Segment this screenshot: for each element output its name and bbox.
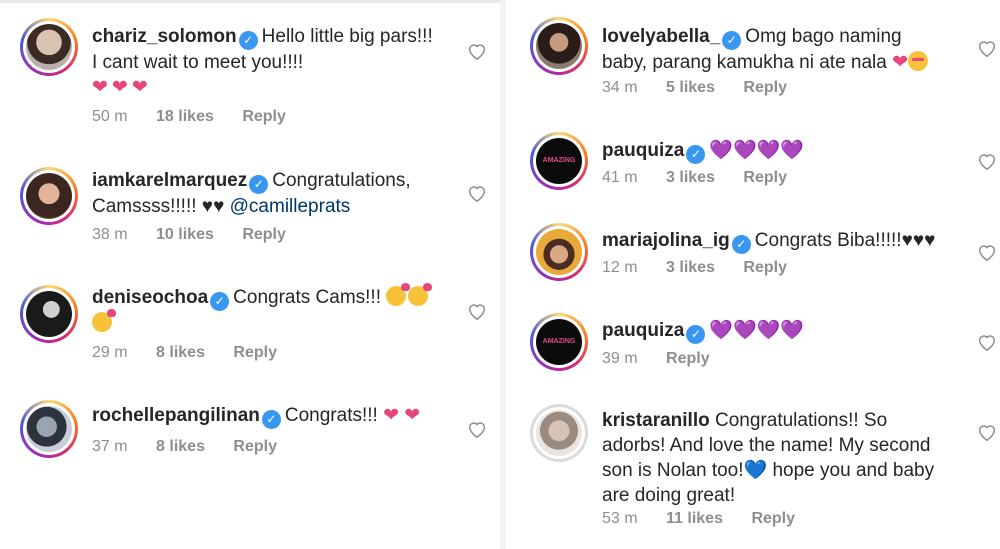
comment-message: Congrats!!! — [284, 405, 378, 426]
timestamp: 53 m — [602, 510, 638, 527]
comment-text: deniseochoa ✓ Congrats Cams!!! — [92, 283, 440, 336]
heart-outline-icon[interactable] — [466, 300, 488, 322]
heart-outline-icon[interactable] — [976, 37, 998, 59]
verified-badge-icon: ✓ — [722, 31, 742, 50]
likes-count[interactable]: 8 likes — [156, 344, 205, 361]
likes-count[interactable]: 10 likes — [156, 226, 214, 243]
heart-emoji: ❤ — [892, 52, 909, 73]
username[interactable]: mariajolina_ig — [602, 230, 730, 251]
avatar[interactable] — [20, 18, 78, 76]
reply-button[interactable]: Reply — [242, 226, 286, 243]
heart-eyes-emoji-icon — [908, 51, 929, 71]
comments-column-right: lovelyabella_ ✓ Omg bago naming baby, para… — [510, 0, 1000, 549]
purple-heart-emoji: 💜💜💜💜 — [709, 320, 804, 341]
comment-text: lovelyabella_ ✓ Omg bago naming baby, para… — [602, 24, 950, 75]
comment-text: pauquiza ✓ 💜💜💜💜 — [602, 138, 950, 164]
timestamp: 38 m — [92, 226, 128, 243]
username[interactable]: kristaranillo — [602, 410, 710, 431]
comment-meta: 41 m 3 likes Reply — [602, 169, 811, 187]
reply-button[interactable]: Reply — [743, 259, 787, 276]
reply-button[interactable]: Reply — [666, 350, 710, 367]
heart-emoji: ❤❤❤ — [92, 77, 152, 98]
timestamp: 12 m — [602, 259, 638, 276]
likes-count[interactable]: 8 likes — [156, 438, 205, 455]
username[interactable]: lovelyabella_ — [602, 26, 720, 47]
avatar[interactable] — [20, 285, 78, 343]
likes-count[interactable]: 3 likes — [666, 259, 715, 276]
heart-outline-icon[interactable] — [466, 418, 488, 440]
likes-count[interactable]: 5 likes — [666, 79, 715, 96]
comment-meta: 39 m Reply — [602, 350, 734, 368]
comment-meta: 53 m 11 likes Reply — [602, 510, 819, 528]
comment-text: rochellepangilinan ✓ Congrats!!! ❤ ❤ — [92, 403, 440, 429]
heart-outline-icon[interactable] — [976, 421, 998, 443]
verified-badge-icon: ✓ — [686, 145, 706, 164]
kiss-emoji-icon — [408, 283, 433, 306]
kiss-emoji-icon — [92, 309, 116, 332]
comment-message: Congrats Biba!!!!!♥♥♥ — [754, 230, 936, 251]
username[interactable]: chariz_solomon — [92, 26, 237, 47]
comment-text: iamkarelmarquez ✓ Congratulations, Camssss… — [92, 168, 440, 219]
avatar[interactable]: AMAZING BODY — [530, 132, 588, 190]
timestamp: 39 m — [602, 350, 638, 367]
reply-button[interactable]: Reply — [743, 169, 787, 186]
comments-column-left: chariz_solomon ✓ Hello little big pars!!! … — [0, 0, 490, 549]
likes-count[interactable]: 11 likes — [666, 510, 723, 527]
likes-count[interactable]: 18 likes — [156, 108, 214, 125]
mention-link[interactable]: @camilleprats — [230, 196, 351, 217]
reply-button[interactable]: Reply — [242, 108, 286, 125]
avatar[interactable] — [530, 17, 588, 75]
timestamp: 37 m — [92, 438, 128, 455]
heart-emoji: ❤ ❤ — [383, 405, 421, 426]
heart-outline-icon[interactable] — [976, 241, 998, 263]
verified-badge-icon: ✓ — [731, 235, 751, 254]
username[interactable]: rochellepangilinan — [92, 405, 260, 426]
blue-heart-emoji: 💙 — [743, 460, 768, 481]
comment-text: chariz_solomon ✓ Hello little big pars!!! … — [92, 24, 440, 100]
comment-text: pauquiza ✓ 💜💜💜💜 — [602, 318, 950, 344]
comment-meta: 29 m 8 likes Reply — [92, 344, 301, 362]
avatar[interactable] — [20, 167, 78, 225]
avatar[interactable] — [530, 404, 588, 462]
reply-button[interactable]: Reply — [751, 510, 795, 527]
username[interactable]: pauquiza — [602, 320, 684, 341]
verified-badge-icon: ✓ — [238, 31, 258, 50]
avatar-logo-text: AMAZING BODY — [536, 138, 582, 184]
kiss-emoji-icon — [386, 283, 411, 306]
comment-meta: 38 m 10 likes Reply — [92, 226, 310, 244]
comment-text: mariajolina_ig ✓ Congrats Biba!!!!!♥♥♥ — [602, 228, 950, 254]
column-divider — [500, 0, 506, 549]
timestamp: 50 m — [92, 108, 128, 125]
likes-count[interactable]: 3 likes — [666, 169, 715, 186]
reply-button[interactable]: Reply — [233, 438, 277, 455]
purple-heart-emoji: 💜💜💜💜 — [709, 140, 804, 161]
verified-badge-icon: ✓ — [210, 292, 230, 311]
verified-badge-icon: ✓ — [686, 325, 706, 344]
avatar-logo-text: AMAZING BODY — [536, 319, 582, 365]
reply-button[interactable]: Reply — [233, 344, 277, 361]
verified-badge-icon: ✓ — [249, 175, 269, 194]
heart-outline-icon[interactable] — [466, 182, 488, 204]
avatar[interactable]: AMAZING BODY — [530, 313, 588, 371]
timestamp: 41 m — [602, 169, 638, 186]
username[interactable]: iamkarelmarquez — [92, 170, 247, 191]
heart-outline-icon[interactable] — [976, 150, 998, 172]
username[interactable]: pauquiza — [602, 140, 684, 161]
comment-message: Congrats Cams!!! — [233, 287, 381, 308]
avatar[interactable] — [20, 400, 78, 458]
username[interactable]: deniseochoa — [92, 287, 208, 308]
comment-meta: 37 m 8 likes Reply — [92, 438, 301, 456]
heart-outline-icon[interactable] — [976, 331, 998, 353]
comment-meta: 34 m 5 likes Reply — [602, 79, 811, 97]
reply-button[interactable]: Reply — [743, 79, 787, 96]
timestamp: 29 m — [92, 344, 128, 361]
verified-badge-icon: ✓ — [261, 410, 281, 429]
timestamp: 34 m — [602, 79, 638, 96]
comment-meta: 50 m 18 likes Reply — [92, 108, 310, 126]
comment-text: kristaranillo Congratulations!! So adorb… — [602, 408, 950, 508]
comment-meta: 12 m 3 likes Reply — [602, 259, 811, 277]
avatar[interactable] — [530, 223, 588, 281]
heart-outline-icon[interactable] — [466, 40, 488, 62]
